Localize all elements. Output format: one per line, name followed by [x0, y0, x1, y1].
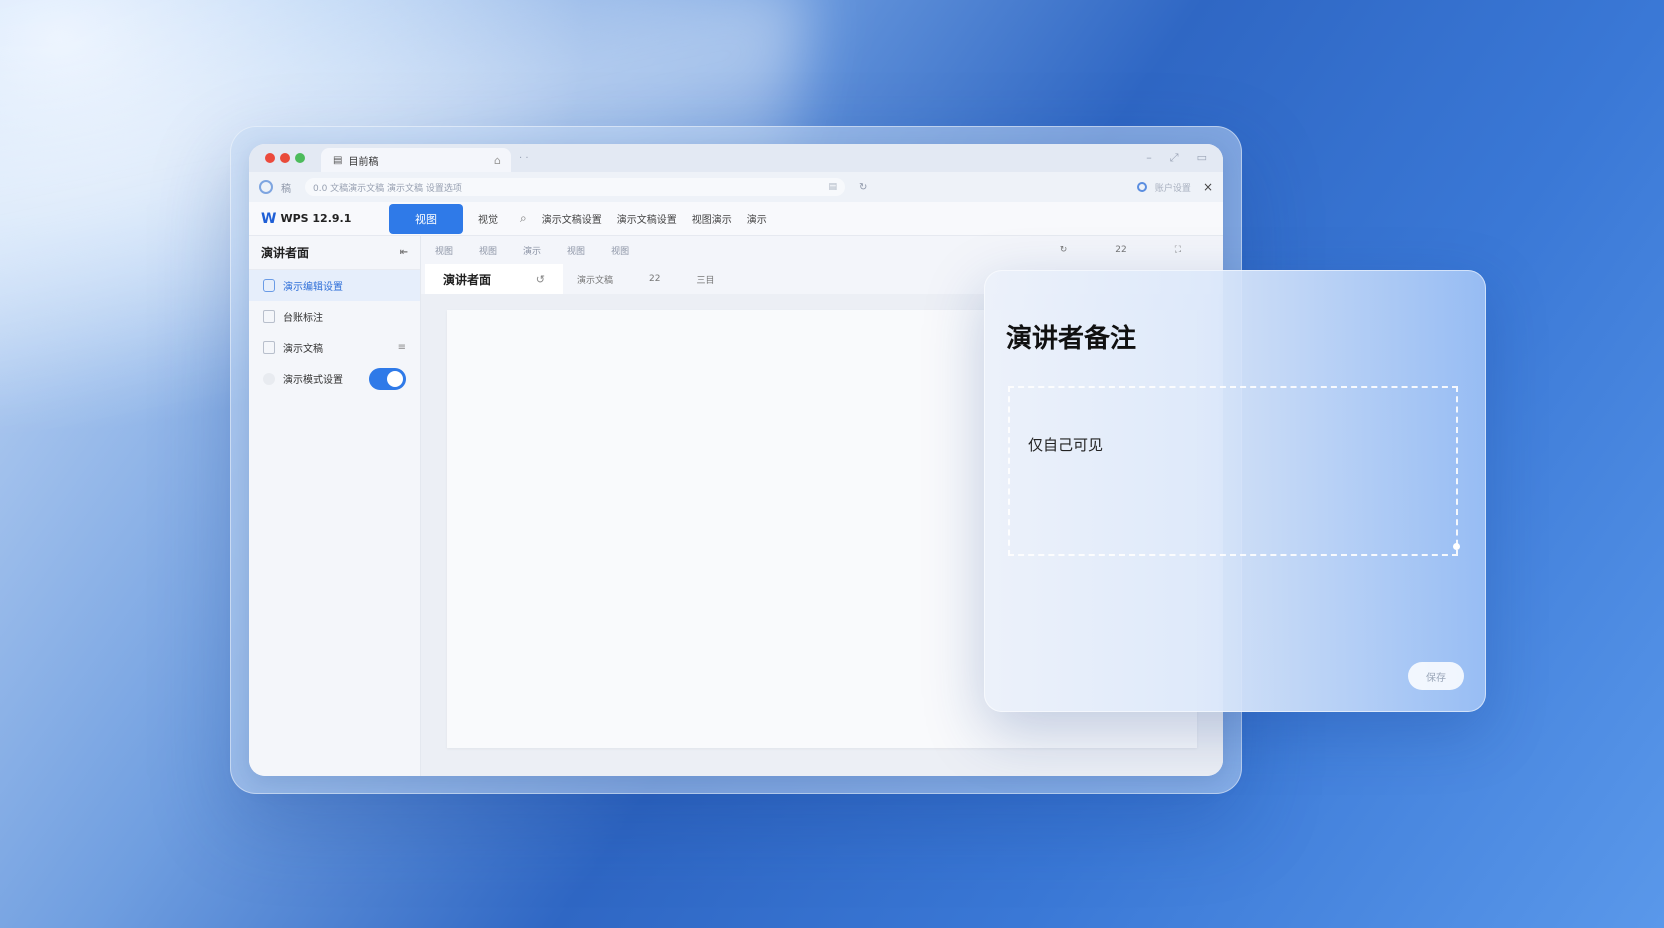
account-label[interactable]: 账户设置 [1155, 181, 1191, 194]
refresh-icon[interactable]: ↺ [536, 273, 545, 286]
notes-title: 演讲者备注 [1006, 324, 1137, 354]
maximize-window-button[interactable] [295, 153, 305, 163]
wps-logo-icon: W [261, 210, 277, 227]
ribbon-right: ↻ 22 ⛶ [1060, 245, 1207, 255]
tab-item[interactable]: 演示文稿 [577, 273, 613, 286]
url-text: 0.0 文稿演示文稿 演示文稿 设置选项 [313, 183, 462, 194]
save-button[interactable]: 保存 [1408, 662, 1464, 690]
browser-logo-icon[interactable] [259, 180, 273, 194]
sidebar-item-label: 台账标注 [283, 313, 323, 324]
menu-item-5[interactable]: 演示 [747, 211, 767, 226]
ribbon-item[interactable]: 视图 [611, 244, 629, 257]
collapse-icon[interactable]: ⇤ [400, 247, 408, 258]
refresh-icon[interactable]: ↻ [1060, 245, 1068, 255]
notes-textbox[interactable]: 仅自己可见 [1008, 386, 1460, 556]
ribbon-item[interactable]: 视图 [435, 244, 453, 257]
document-icon: ▤ [333, 154, 343, 166]
tab-title: 目前稿 [348, 156, 379, 168]
ribbon-item[interactable]: 视图 [567, 244, 585, 257]
home-icon[interactable]: ⌂ [494, 154, 501, 167]
mode-toggle[interactable] [369, 367, 406, 390]
notes-text: 仅自己可见 [1028, 436, 1104, 454]
resize-icon[interactable]: ⤢ [1170, 151, 1179, 165]
tab-add[interactable]: · · [519, 153, 529, 164]
window-icon[interactable]: ▭ [1197, 151, 1207, 165]
page-number: 22 [1115, 245, 1127, 255]
page-icon [263, 341, 275, 354]
sidebar-header: 演讲者面 ⇤ [249, 236, 420, 270]
tab-item[interactable]: 三目 [696, 273, 714, 286]
menu-item-3[interactable]: 演示文稿设置 [617, 211, 677, 226]
tab-label: 演讲者面 [443, 272, 492, 287]
sidebar-item-notes[interactable]: 台账标注 [249, 301, 420, 332]
ribbon-item[interactable]: 演示 [523, 244, 541, 257]
tab-item[interactable]: 22 [649, 274, 660, 284]
ribbon-item[interactable]: 视图 [479, 244, 497, 257]
sidebar-item-label: 演示编辑设置 [283, 282, 343, 293]
speaker-notes-panel: 演讲者备注 仅自己可见 保存 [984, 270, 1486, 712]
title-bar: ▤ 目前稿 ⌂ · · – ⤢ ▭ [249, 144, 1223, 172]
sidebar-item-mode: 演示模式设置 [249, 363, 420, 394]
main-toolbar: W WPS 12.9.1 视图 视觉 ⌕ 演示文稿设置 演示文稿设置 视图演示 … [249, 202, 1223, 236]
tab-speaker-view[interactable]: 演讲者面 ↺ [425, 264, 563, 294]
bookmark-icon[interactable]: ▤ [828, 182, 837, 192]
minimize-window-button[interactable] [280, 153, 290, 163]
address-brand: 稿 [281, 183, 291, 195]
resize-handle[interactable] [1453, 543, 1460, 550]
address-bar: 稿 0.0 文稿演示文稿 演示文稿 设置选项 ▤ ↻ 账户设置 × [249, 172, 1223, 202]
window-controls: – ⤢ ▭ [1146, 151, 1207, 165]
shield-icon[interactable] [1136, 182, 1147, 192]
menu-item-2[interactable]: 演示文稿设置 [542, 211, 602, 226]
sidebar-item-label: 演示模式设置 [283, 375, 343, 386]
page-icon [263, 310, 275, 323]
traffic-lights [265, 153, 305, 163]
sidebar-title: 演讲者面 [261, 246, 310, 260]
sidebar-item-label: 演示文稿 [283, 344, 323, 355]
search-icon[interactable]: ⌕ [520, 211, 527, 226]
menu-item-4[interactable]: 视图演示 [692, 211, 732, 226]
refresh-icon[interactable]: ↻ [859, 182, 867, 193]
address-right: 账户设置 × [1136, 180, 1213, 194]
menu-item-1[interactable]: 视觉 [478, 211, 498, 226]
close-window-button[interactable] [265, 153, 275, 163]
browser-tab[interactable]: ▤ 目前稿 ⌂ [321, 148, 511, 172]
sidebar: 演讲者面 ⇤ 演示编辑设置 台账标注 演示文稿 ≡ 演示模式设置 [249, 236, 421, 776]
shield-icon [263, 279, 275, 292]
app-brand: W WPS 12.9.1 [249, 211, 381, 227]
sidebar-item-presentation[interactable]: 演示文稿 ≡ [249, 332, 420, 363]
sidebar-item-edit[interactable]: 演示编辑设置 [249, 270, 420, 301]
minimize-icon[interactable]: – [1146, 151, 1152, 165]
app-version: WPS 12.9.1 [280, 212, 352, 225]
view-button[interactable]: 视图 [389, 203, 463, 234]
ribbon: 视图 视图 演示 视图 视图 ↻ 22 ⛶ [421, 236, 1223, 264]
close-icon[interactable]: × [1203, 180, 1213, 194]
url-field[interactable]: 0.0 文稿演示文稿 演示文稿 设置选项 ▤ [305, 178, 845, 196]
fullscreen-icon[interactable]: ⛶ [1175, 245, 1181, 255]
menu-icon[interactable]: ≡ [398, 342, 406, 353]
radio-icon [263, 372, 275, 385]
